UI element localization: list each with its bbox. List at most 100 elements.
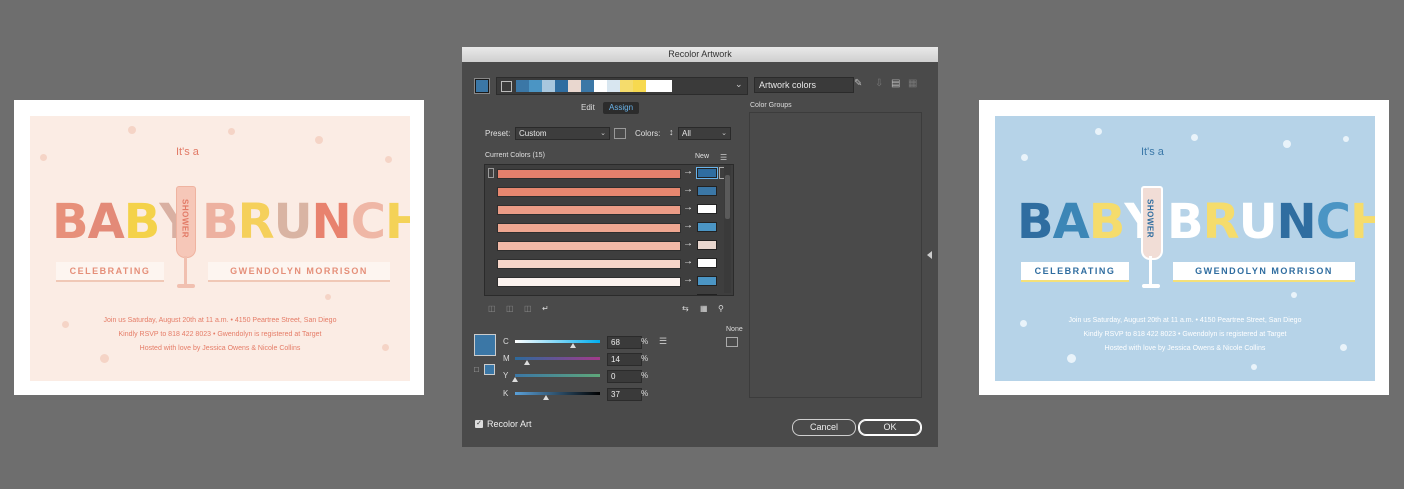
arrow-right-icon[interactable]: → xyxy=(683,274,693,285)
color-reduction-options-icon[interactable] xyxy=(614,128,626,139)
baby-letter: B xyxy=(1088,194,1126,250)
brunch-letter: N xyxy=(1276,194,1317,250)
ok-button[interactable]: OK xyxy=(858,419,922,436)
arrow-right-icon[interactable]: → xyxy=(683,256,693,267)
current-color-bar[interactable] xyxy=(497,169,681,179)
find-colors-in-artwork-icon[interactable]: ⚲ xyxy=(718,304,724,313)
current-color-bar[interactable] xyxy=(497,259,681,269)
arrow-right-icon[interactable]: → xyxy=(683,220,693,231)
value-field-m[interactable]: 14 xyxy=(607,353,642,366)
slider-knob-k[interactable] xyxy=(543,395,550,400)
strip-color-chip xyxy=(607,80,620,92)
confetti-dot xyxy=(315,136,323,144)
new-color-swatch[interactable] xyxy=(697,186,717,196)
color-row[interactable]: → xyxy=(485,273,733,290)
color-group-swatch[interactable] xyxy=(474,78,490,94)
brunch-word: B R U N C H xyxy=(202,182,410,246)
arrow-right-icon[interactable]: → xyxy=(683,184,693,195)
new-color-swatch[interactable] xyxy=(697,204,717,214)
stepper-icon[interactable]: ↕ xyxy=(669,127,674,137)
cube-icon[interactable]: □ xyxy=(474,365,479,374)
slider-track-k[interactable] xyxy=(515,392,600,395)
recolor-art-label[interactable]: Recolor Art xyxy=(487,419,532,429)
slider-track-c[interactable] xyxy=(515,340,600,343)
trash-icon[interactable]: ▦ xyxy=(908,78,917,89)
new-color-swatch[interactable] xyxy=(697,240,717,250)
details-line: Join us Saturday, August 20th at 11 a.m.… xyxy=(103,317,337,324)
row-handle[interactable] xyxy=(488,168,494,178)
current-color-swatch[interactable] xyxy=(474,334,496,356)
collapse-arrow-icon[interactable] xyxy=(927,251,932,259)
chevron-down-icon[interactable]: ⌄ xyxy=(735,79,743,90)
folder-icon[interactable]: ▤ xyxy=(891,78,900,89)
champagne-glass-icon: SHOWER xyxy=(1141,168,1163,298)
menu-icon[interactable]: ☰ xyxy=(720,153,727,162)
merge-colors-icon[interactable]: ◫ xyxy=(488,304,496,313)
new-color-swatch[interactable] xyxy=(696,167,718,179)
small-color-swatch[interactable] xyxy=(484,364,495,375)
strip-selector[interactable] xyxy=(501,80,512,92)
details-line: Hosted with love by Jessica Owens & Nico… xyxy=(1104,345,1266,352)
separate-colors-icon[interactable]: ◫ xyxy=(506,304,514,313)
preset-dropdown[interactable]: Custom ⌄ xyxy=(515,127,610,140)
confetti-dot xyxy=(1191,134,1198,141)
percent-label: % xyxy=(641,389,649,398)
slider-track-y[interactable] xyxy=(515,374,600,377)
save-group-icon[interactable]: ⇩ xyxy=(875,78,883,89)
tab-assign[interactable]: Assign xyxy=(603,102,640,114)
recolor-art-checkbox[interactable]: ✓ xyxy=(475,420,483,428)
colors-label: Colors: xyxy=(635,129,661,138)
arrow-right-icon[interactable]: → xyxy=(683,166,693,177)
color-row[interactable]: → xyxy=(485,165,733,182)
arrow-right-icon[interactable]: → xyxy=(683,238,693,249)
randomly-change-saturation-icon[interactable]: ▦ xyxy=(700,304,708,313)
color-group-strip[interactable] xyxy=(496,77,748,95)
randomly-change-order-icon[interactable]: ⇆ xyxy=(682,304,689,313)
cancel-button[interactable]: Cancel xyxy=(792,419,856,436)
current-color-bar[interactable] xyxy=(497,205,681,215)
new-color-swatch[interactable] xyxy=(697,294,717,295)
arrow-right-icon[interactable]: → xyxy=(683,202,693,213)
invitation-artwork: It's a B A B Y SHOWER B R U N C H CELEBR… xyxy=(995,116,1375,381)
current-color-bar[interactable] xyxy=(497,223,681,233)
colors-dropdown[interactable]: All ⌄ xyxy=(678,127,731,140)
current-color-bar[interactable] xyxy=(497,277,681,287)
current-color-bar[interactable] xyxy=(497,295,681,296)
scrollbar-thumb[interactable] xyxy=(725,175,730,219)
color-row[interactable]: → xyxy=(485,219,733,236)
new-row-icon[interactable]: ↵ xyxy=(542,304,549,313)
color-row[interactable]: → xyxy=(485,291,733,296)
color-group-name-field[interactable]: Artwork colors xyxy=(754,77,854,93)
new-color-swatch[interactable] xyxy=(697,258,717,268)
slider-knob-y[interactable] xyxy=(512,377,518,382)
current-color-bar[interactable] xyxy=(497,187,681,197)
value-field-k[interactable]: 37 xyxy=(607,388,642,401)
color-groups-panel[interactable] xyxy=(749,112,922,398)
its-a-text: It's a xyxy=(176,146,199,158)
table-scrollbar[interactable] xyxy=(724,165,731,293)
new-color-swatch[interactable] xyxy=(697,276,717,286)
strip-color-chip xyxy=(620,80,633,92)
tab-edit[interactable]: Edit xyxy=(577,102,599,114)
value-field-c[interactable]: 68 xyxy=(607,336,642,349)
slider-knob-c[interactable] xyxy=(569,343,576,348)
new-color-swatch[interactable] xyxy=(697,222,717,232)
confetti-dot xyxy=(228,128,235,135)
strip-color-chip xyxy=(529,80,542,92)
arrow-right-icon[interactable]: → xyxy=(683,292,693,295)
eyedropper-icon[interactable]: ✎ xyxy=(854,78,862,89)
color-row[interactable]: → xyxy=(485,201,733,218)
exclude-colors-icon[interactable]: ◫ xyxy=(524,304,532,313)
color-row[interactable]: → xyxy=(485,237,733,254)
slider-label-m: M xyxy=(503,354,510,363)
current-color-bar[interactable] xyxy=(497,241,681,251)
brunch-letter: B xyxy=(202,194,239,250)
grid-icon[interactable] xyxy=(726,337,738,347)
color-row[interactable]: → xyxy=(485,255,733,272)
value-field-y[interactable]: 0 xyxy=(607,370,642,383)
menu-icon[interactable]: ☰ xyxy=(659,336,667,347)
color-row[interactable]: → xyxy=(485,183,733,200)
slider-knob-m[interactable] xyxy=(523,360,530,365)
current-colors-label: Current Colors (15) xyxy=(485,152,545,159)
strip-color-chip xyxy=(516,80,529,92)
